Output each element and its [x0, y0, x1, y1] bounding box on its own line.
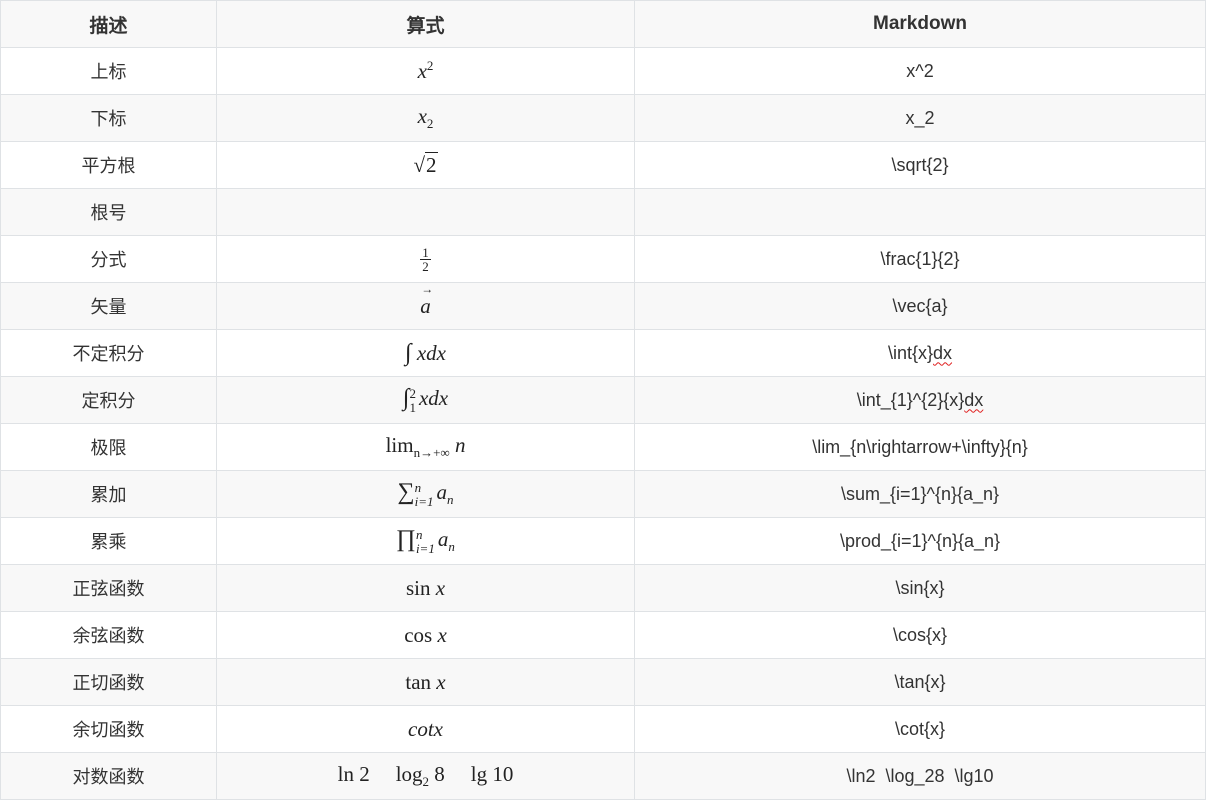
formula-cell: ln 2 log2 8 lg 10	[216, 752, 635, 800]
formula-logarithm: ln 2 log2 8 lg 10	[337, 761, 514, 790]
formula-cell: ∏ n i=1 an	[216, 517, 635, 565]
desc-cell: 正弦函数	[0, 564, 217, 612]
desc-cell: 矢量	[0, 282, 217, 330]
formula-cell: tan x	[216, 658, 635, 706]
table-row: 定积分 ∫ 2 1 xdx \int_{1}^{2}{x}dx	[0, 376, 1206, 424]
desc-cell: 平方根	[0, 141, 217, 189]
table-row: 平方根 √2 \sqrt{2}	[0, 141, 1206, 189]
table-row: 上标 x2 x^2	[0, 47, 1206, 95]
table-row: 正弦函数 sin x \sin{x}	[0, 564, 1206, 612]
table-row: 极限 limn→+∞ n \lim_{n\rightarrow+\infty}{…	[0, 423, 1206, 471]
formula-cosine: cos x	[404, 622, 447, 647]
table-row: 分式 12 \frac{1}{2}	[0, 235, 1206, 283]
spellcheck-underline: dx	[964, 389, 984, 410]
formula-cell: cotx	[216, 705, 635, 753]
formula-product: ∏ n i=1 an	[396, 526, 455, 556]
formula-cell: √2	[216, 141, 635, 189]
markdown-cell	[634, 188, 1206, 236]
formula-sine: sin x	[405, 575, 446, 600]
desc-cell: 余弦函数	[0, 611, 217, 659]
markdown-cell: \cot{x}	[634, 705, 1206, 753]
formula-indefinite-integral: ∫ xdx	[405, 339, 446, 366]
markdown-cell: \int{x}dx	[634, 329, 1206, 377]
formula-cell: ∫ 2 1 xdx	[216, 376, 635, 424]
formula-cell: sin x	[216, 564, 635, 612]
desc-cell: 定积分	[0, 376, 217, 424]
desc-cell: 上标	[0, 47, 217, 95]
formula-cell: cos x	[216, 611, 635, 659]
formula-cell	[216, 188, 635, 236]
table-row: 正切函数 tan x \tan{x}	[0, 658, 1206, 706]
formula-cell: a	[216, 282, 635, 330]
formula-superscript: x2	[417, 58, 434, 83]
header-formula: 算式	[216, 0, 635, 48]
formula-subscript: x2	[417, 103, 434, 132]
markdown-cell: x_2	[634, 94, 1206, 142]
desc-cell: 极限	[0, 423, 217, 471]
table-row: 不定积分 ∫ xdx \int{x}dx	[0, 329, 1206, 377]
desc-cell: 累乘	[0, 517, 217, 565]
formula-sum: ∑ n i=1 an	[397, 479, 454, 509]
table-row: 根号	[0, 188, 1206, 236]
desc-cell: 不定积分	[0, 329, 217, 377]
markdown-cell: \sqrt{2}	[634, 141, 1206, 189]
table-row: 累加 ∑ n i=1 an \sum_{i=1}^{n}{a_n}	[0, 470, 1206, 518]
table-row: 矢量 a \vec{a}	[0, 282, 1206, 330]
desc-cell: 累加	[0, 470, 217, 518]
table-row: 余切函数 cotx \cot{x}	[0, 705, 1206, 753]
formula-vector: a	[420, 284, 432, 318]
markdown-cell: \frac{1}{2}	[634, 235, 1206, 283]
formula-cell: 12	[216, 235, 635, 283]
markdown-cell: \vec{a}	[634, 282, 1206, 330]
markdown-cell: \int_{1}^{2}{x}dx	[634, 376, 1206, 424]
table-row: 下标 x2 x_2	[0, 94, 1206, 142]
table-row: 余弦函数 cos x \cos{x}	[0, 611, 1206, 659]
formula-sqrt: √2	[413, 151, 438, 177]
markdown-cell: x^2	[634, 47, 1206, 95]
table-header-row: 描述 算式 Markdown	[0, 0, 1206, 48]
formula-cell: x2	[216, 94, 635, 142]
desc-cell: 对数函数	[0, 752, 217, 800]
formula-limit: limn→+∞ n	[385, 432, 466, 461]
formula-definite-integral: ∫ 2 1 xdx	[402, 385, 449, 415]
formula-cotangent: cotx	[408, 716, 443, 741]
markdown-cell: \sum_{i=1}^{n}{a_n}	[634, 470, 1206, 518]
header-markdown: Markdown	[634, 0, 1206, 48]
markdown-cell: \sin{x}	[634, 564, 1206, 612]
table-row: 对数函数 ln 2 log2 8 lg 10 \ln2 \log_28 \lg10	[0, 752, 1206, 800]
markdown-cell: \lim_{n\rightarrow+\infty}{n}	[634, 423, 1206, 471]
desc-cell: 余切函数	[0, 705, 217, 753]
spellcheck-underline: dx	[933, 342, 953, 363]
desc-cell: 正切函数	[0, 658, 217, 706]
markdown-cell: \ln2 \log_28 \lg10	[634, 752, 1206, 800]
formula-cell: limn→+∞ n	[216, 423, 635, 471]
formula-tangent: tan x	[405, 669, 446, 694]
header-description: 描述	[0, 0, 217, 48]
formula-table: 描述 算式 Markdown 上标 x2 x^2 下标 x2 x_2 平方根 √…	[0, 0, 1206, 800]
markdown-cell: \prod_{i=1}^{n}{a_n}	[634, 517, 1206, 565]
formula-cell: ∫ xdx	[216, 329, 635, 377]
desc-cell: 分式	[0, 235, 217, 283]
formula-cell: x2	[216, 47, 635, 95]
table-row: 累乘 ∏ n i=1 an \prod_{i=1}^{n}{a_n}	[0, 517, 1206, 565]
formula-fraction: 12	[420, 244, 431, 274]
desc-cell: 下标	[0, 94, 217, 142]
formula-cell: ∑ n i=1 an	[216, 470, 635, 518]
desc-cell: 根号	[0, 188, 217, 236]
markdown-cell: \tan{x}	[634, 658, 1206, 706]
markdown-cell: \cos{x}	[634, 611, 1206, 659]
